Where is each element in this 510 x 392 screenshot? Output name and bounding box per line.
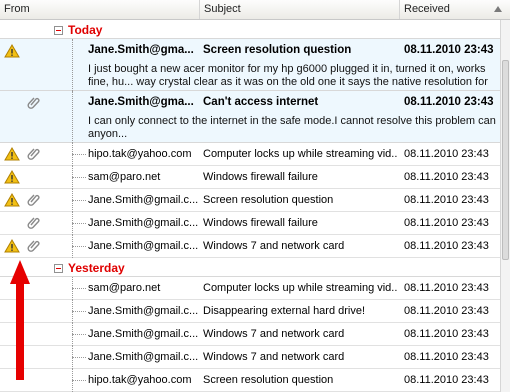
message-row[interactable]: Jane.Smith@gmail.c... Disappearing exter… [0,300,500,323]
tree-branch [72,380,86,381]
tree-branch [72,200,86,201]
email-grid: From Subject Received Today Jane.Smith@g… [0,0,510,392]
sort-ascending-icon [494,6,502,12]
tree-line [72,91,73,143]
subject-cell: Windows 7 and network card [203,328,345,340]
message-row[interactable]: Jane.Smith@gmail.c... Windows 7 and netw… [0,323,500,346]
subject-cell: Windows 7 and network card [203,351,345,363]
subject-cell: Windows 7 and network card [203,240,345,252]
group-title: Today [68,23,103,37]
red-arrow-shape [10,260,30,380]
message-preview: I just bought a new acer monitor for my … [88,63,488,88]
message-row[interactable]: Jane.Smith@gmail.c... Windows 7 and netw… [0,346,500,369]
tree-branch [72,154,86,155]
from-cell: Jane.Smith@gmail.c... [88,328,199,340]
from-cell: Jane.Smith@gmail.c... [88,194,199,206]
from-cell: Jane.Smith@gmail.c... [88,351,199,363]
group-row[interactable]: Today [0,20,500,39]
message-row[interactable]: Jane.Smith@gmail.c... Windows firewall f… [0,212,500,235]
received-cell: 08.11.2010 23:43 [404,328,489,340]
message-row[interactable]: hipo.tak@yahoo.com Computer locks up whi… [0,143,500,166]
message-preview: I can only connect to the internet in th… [88,115,496,140]
subject-cell: Computer locks up while streaming vid... [203,148,397,160]
received-cell: 08.11.2010 23:43 [404,240,489,252]
received-cell: 08.11.2010 23:43 [404,374,489,386]
column-header-received[interactable]: Received [400,0,510,19]
vertical-scrollbar[interactable] [500,20,510,392]
column-header-subject-label: Subject [204,3,241,15]
message-row[interactable]: sam@paro.net Computer locks up while str… [0,277,500,300]
message-row[interactable]: sam@paro.net Windows firewall failure 08… [0,166,500,189]
received-cell: 08.11.2010 23:43 [404,171,489,183]
tree-branch [72,357,86,358]
received-cell: 08.11.2010 23:43 [404,44,494,56]
group-title: Yesterday [68,261,125,275]
from-cell: sam@paro.net [88,171,161,183]
message-row[interactable]: Jane.Smith@gmail.c... Windows 7 and netw… [0,235,500,258]
received-cell: 08.11.2010 23:43 [404,282,489,294]
column-header-received-label: Received [404,3,450,15]
preview-row[interactable]: Jane.Smith@gma... Can't access internet … [0,91,500,143]
received-cell: 08.11.2010 23:43 [404,194,489,206]
subject-cell: Screen resolution question [203,374,334,386]
tree-branch [72,334,86,335]
subject-cell: Windows firewall failure [203,171,318,183]
tree-line [72,39,73,91]
tree-branch [72,177,86,178]
tree-branch [72,311,86,312]
red-arrow-annotation [10,260,30,380]
from-cell: Jane.Smith@gmail.c... [88,305,199,317]
from-cell: hipo.tak@yahoo.com [88,374,192,386]
tree-branch [72,288,86,289]
message-row[interactable]: Jane.Smith@gmail.c... Screen resolution … [0,189,500,212]
from-cell: hipo.tak@yahoo.com [88,148,192,160]
from-cell: Jane.Smith@gmail.c... [88,217,199,229]
group-row[interactable]: Yesterday [0,258,500,277]
from-cell: Jane.Smith@gma... [88,96,194,108]
preview-row[interactable]: Jane.Smith@gma... Screen resolution ques… [0,39,500,91]
received-cell: 08.11.2010 23:43 [404,96,494,108]
message-row[interactable]: hipo.tak@yahoo.com Screen resolution que… [0,369,500,392]
scrollbar-thumb[interactable] [502,60,509,260]
from-cell: Jane.Smith@gma... [88,44,194,56]
received-cell: 08.11.2010 23:43 [404,351,489,363]
column-header-subject[interactable]: Subject [200,0,400,19]
received-cell: 08.11.2010 23:43 [404,305,489,317]
subject-cell: Computer locks up while streaming vid... [203,282,397,294]
received-cell: 08.11.2010 23:43 [404,217,489,229]
tree-branch [72,223,86,224]
from-cell: sam@paro.net [88,282,161,294]
subject-cell: Can't access internet [203,96,319,108]
subject-cell: Disappearing external hard drive! [203,305,366,317]
subject-cell: Screen resolution question [203,194,334,206]
column-header: From Subject Received [0,0,510,20]
from-cell: Jane.Smith@gmail.c... [88,240,199,252]
subject-cell: Windows firewall failure [203,217,318,229]
subject-cell: Screen resolution question [203,44,352,56]
received-cell: 08.11.2010 23:43 [404,148,489,160]
tree-branch [72,246,86,247]
